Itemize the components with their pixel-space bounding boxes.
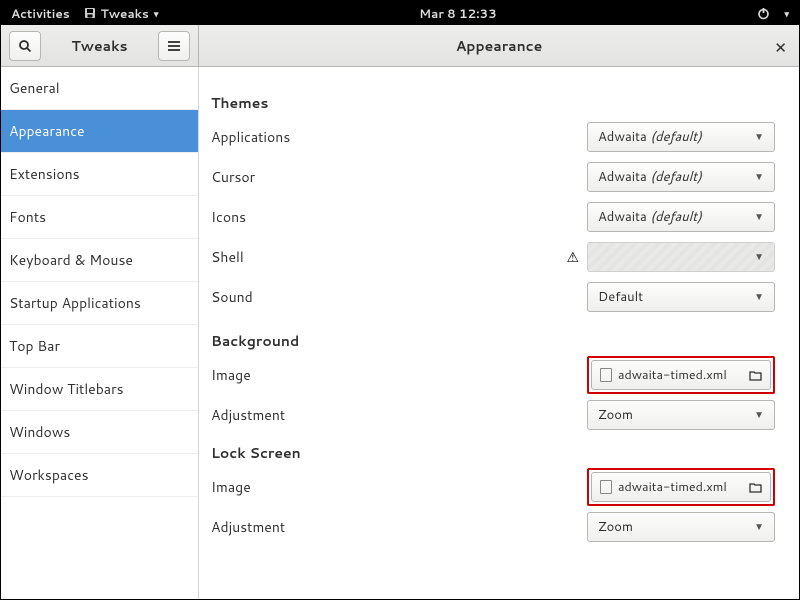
chevron-down-icon: ▼ <box>754 408 764 422</box>
section-background: Background <box>209 331 775 351</box>
sidebar-item-keyboard-mouse[interactable]: Keyboard & Mouse <box>1 239 198 282</box>
folder-open-icon <box>749 482 762 493</box>
combo-value: Adwaita <box>598 128 647 146</box>
row-ls-image: Image adwaita-timed.xml <box>209 467 775 507</box>
combo-icons[interactable]: Adwaita (default) ▼ <box>587 202 775 232</box>
hamburger-icon <box>167 40 181 52</box>
combo-value: Adwaita <box>598 168 647 186</box>
file-name: adwaita-timed.xml <box>618 366 743 384</box>
save-icon <box>84 7 96 19</box>
activities-button[interactable]: Activities <box>11 5 70 22</box>
label-bg-adjustment: Adjustment <box>209 405 587 425</box>
combo-suffix: (default) <box>650 128 701 146</box>
sidebar-item-general[interactable]: General <box>1 67 198 110</box>
chevron-down-icon: ▼ <box>754 520 764 534</box>
headerbar-left: Tweaks <box>1 25 199 66</box>
label-cursor: Cursor <box>209 167 587 187</box>
label-ls-image: Image <box>209 477 587 497</box>
document-icon <box>600 480 612 494</box>
chevron-down-icon: ▾ <box>784 7 789 20</box>
headerbar: Tweaks Appearance ✕ <box>1 25 799 67</box>
page-title: Appearance <box>199 36 799 56</box>
label-shell: Shell <box>209 247 565 267</box>
row-bg-image: Image adwaita-timed.xml <box>209 355 775 395</box>
file-name: adwaita-timed.xml <box>618 478 743 496</box>
chevron-down-icon: ▼ <box>754 210 764 224</box>
highlight-box: adwaita-timed.xml <box>587 356 775 394</box>
sidebar-item-extensions[interactable]: Extensions <box>1 153 198 196</box>
document-icon <box>600 368 612 382</box>
combo-value: Default <box>598 288 643 306</box>
label-bg-image: Image <box>209 365 587 385</box>
combo-applications[interactable]: Adwaita (default) ▼ <box>587 122 775 152</box>
sidebar-title: Tweaks <box>49 36 150 56</box>
menu-button[interactable] <box>158 31 190 61</box>
gnome-topbar: Activities Tweaks ▾ Mar 8 12:33 ▾ <box>1 1 799 25</box>
sidebar-item-window-titlebars[interactable]: Window Titlebars <box>1 368 198 411</box>
close-icon: ✕ <box>774 37 787 58</box>
warning-icon: ⚠ <box>566 247 579 267</box>
power-icon <box>757 7 770 20</box>
headerbar-right: Appearance ✕ <box>199 25 799 66</box>
row-ls-adjustment: Adjustment Zoom ▼ <box>209 507 775 547</box>
file-chooser-ls-image[interactable]: adwaita-timed.xml <box>591 472 771 502</box>
sidebar-item-fonts[interactable]: Fonts <box>1 196 198 239</box>
row-bg-adjustment: Adjustment Zoom ▼ <box>209 395 775 435</box>
label-ls-adjustment: Adjustment <box>209 517 587 537</box>
combo-value: Zoom <box>598 406 633 424</box>
combo-shell: ▼ <box>587 242 775 272</box>
combo-value: Adwaita <box>598 208 647 226</box>
close-button[interactable]: ✕ <box>774 37 787 58</box>
combo-ls-adjustment[interactable]: Zoom ▼ <box>587 512 775 542</box>
sidebar: General Appearance Extensions Fonts Keyb… <box>1 67 199 599</box>
combo-suffix: (default) <box>650 208 701 226</box>
label-sound: Sound <box>209 287 587 307</box>
row-icons: Icons Adwaita (default) ▼ <box>209 197 775 237</box>
sidebar-item-startup-applications[interactable]: Startup Applications <box>1 282 198 325</box>
row-cursor: Cursor Adwaita (default) ▼ <box>209 157 775 197</box>
chevron-down-icon: ▼ <box>754 290 764 304</box>
label-icons: Icons <box>209 207 587 227</box>
sidebar-item-top-bar[interactable]: Top Bar <box>1 325 198 368</box>
sidebar-item-appearance[interactable]: Appearance <box>1 110 198 153</box>
search-icon <box>18 39 32 53</box>
row-applications: Applications Adwaita (default) ▼ <box>209 117 775 157</box>
chevron-down-icon: ▾ <box>154 7 159 20</box>
file-chooser-bg-image[interactable]: adwaita-timed.xml <box>591 360 771 390</box>
combo-cursor[interactable]: Adwaita (default) ▼ <box>587 162 775 192</box>
chevron-down-icon: ▼ <box>754 170 764 184</box>
app-menu[interactable]: Tweaks ▾ <box>84 5 159 22</box>
section-lockscreen: Lock Screen <box>209 443 775 463</box>
combo-sound[interactable]: Default ▼ <box>587 282 775 312</box>
search-button[interactable] <box>9 31 41 61</box>
chevron-down-icon: ▼ <box>754 250 764 264</box>
app-menu-label: Tweaks <box>101 5 149 22</box>
chevron-down-icon: ▼ <box>754 130 764 144</box>
combo-value: Zoom <box>598 518 633 536</box>
label-applications: Applications <box>209 127 587 147</box>
folder-open-icon <box>749 370 762 381</box>
clock[interactable]: Mar 8 12:33 <box>419 5 497 22</box>
power-menu[interactable] <box>757 7 770 20</box>
section-themes: Themes <box>209 93 775 113</box>
row-shell: Shell ⚠ ▼ <box>209 237 775 277</box>
row-sound: Sound Default ▼ <box>209 277 775 317</box>
content-pane: Themes Applications Adwaita (default) ▼ … <box>199 67 799 599</box>
sidebar-item-workspaces[interactable]: Workspaces <box>1 454 198 497</box>
combo-bg-adjustment[interactable]: Zoom ▼ <box>587 400 775 430</box>
highlight-box: adwaita-timed.xml <box>587 468 775 506</box>
combo-suffix: (default) <box>650 168 701 186</box>
sidebar-item-windows[interactable]: Windows <box>1 411 198 454</box>
